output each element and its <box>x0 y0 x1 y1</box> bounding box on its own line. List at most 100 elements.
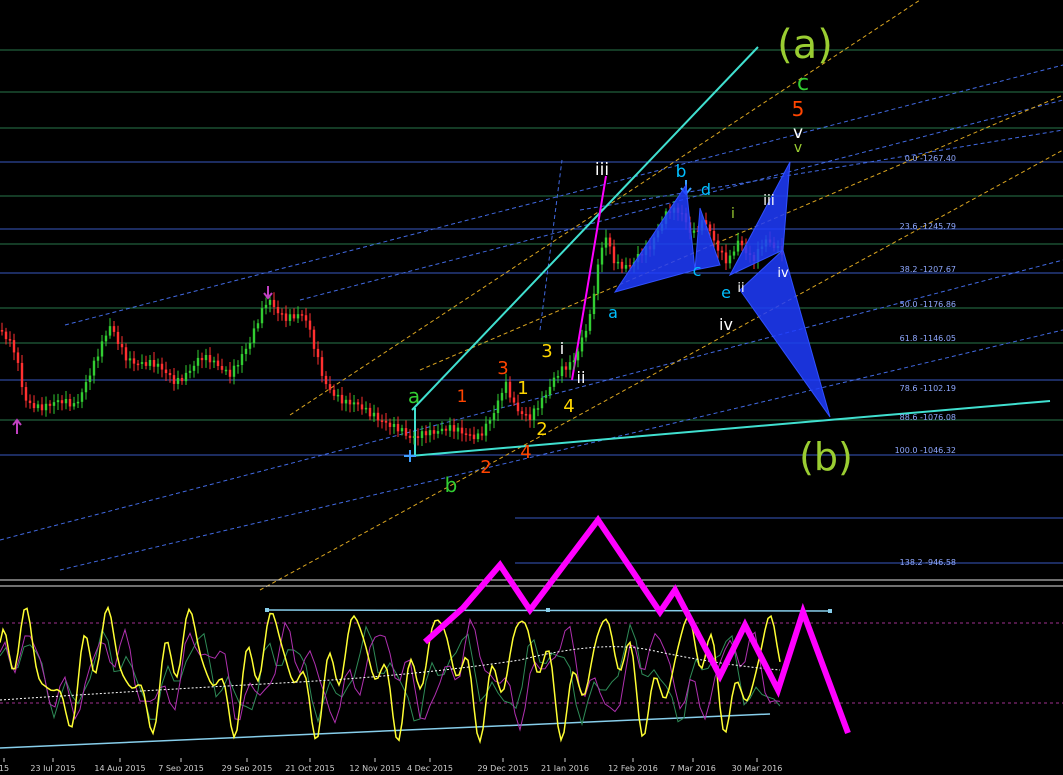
projection-zigzag <box>422 514 851 735</box>
candle-body <box>480 433 484 436</box>
candle-body <box>208 355 212 363</box>
candle-body <box>40 404 44 411</box>
candle-body <box>384 420 388 423</box>
candle-body <box>568 362 572 370</box>
candle-body <box>416 436 420 438</box>
candle-body <box>312 329 316 349</box>
candle-body <box>256 323 260 329</box>
candle-body <box>620 261 624 269</box>
candle-body <box>540 397 544 409</box>
candle-body <box>732 251 736 256</box>
x-tick-label: 15 <box>0 764 9 771</box>
candle-body <box>328 384 332 390</box>
candle-body <box>268 299 272 305</box>
candle-body <box>112 326 116 332</box>
candle-body <box>80 392 84 402</box>
candle-body <box>140 362 144 364</box>
candle-body <box>504 381 508 393</box>
candle-body <box>492 413 496 421</box>
candle-body <box>280 313 284 315</box>
candle-body <box>176 377 180 384</box>
candle-body <box>472 434 476 440</box>
candle-body <box>132 358 136 364</box>
candle-body <box>628 265 632 267</box>
candle-body <box>524 414 528 416</box>
trendline <box>64 64 1063 326</box>
candle-body <box>380 420 384 423</box>
wave-label: 3 <box>497 358 508 379</box>
candle-body <box>508 381 512 398</box>
candle-body <box>336 394 340 397</box>
candle-body <box>88 375 92 383</box>
wave-label: iii <box>763 193 775 209</box>
candle-body <box>84 382 88 393</box>
candle-body <box>592 293 596 315</box>
candle-body <box>148 359 152 366</box>
candle-body <box>228 369 232 377</box>
trendline <box>259 149 1063 591</box>
candle-body <box>396 423 400 432</box>
wave-label: v <box>794 140 802 156</box>
candle-body <box>572 360 576 363</box>
x-tick-label: 14 Aug 2015 <box>94 764 145 771</box>
candle-body <box>616 261 620 264</box>
candle-body <box>440 428 444 432</box>
candle-body <box>4 331 8 340</box>
candle-body <box>292 314 296 319</box>
candle-body <box>180 377 184 382</box>
candle-body <box>624 265 628 269</box>
wave-label: e <box>721 283 731 302</box>
candle-body <box>16 352 20 363</box>
candle-body <box>556 376 560 378</box>
wave-label: (a) <box>777 22 833 68</box>
candle-body <box>232 365 236 377</box>
candle-body <box>284 313 288 321</box>
candle-body <box>144 362 148 366</box>
candle-body <box>424 431 428 436</box>
fib-label: 0.0 -1267.40 <box>905 154 956 163</box>
wave-label: 4 <box>563 396 574 417</box>
wave-label: iv <box>719 315 733 334</box>
candle-body <box>712 231 716 241</box>
candle-body <box>368 407 372 417</box>
candle-body <box>224 369 228 372</box>
candle-body <box>92 360 96 376</box>
candle-body <box>36 404 40 409</box>
candle-body <box>576 351 580 361</box>
x-tick-label: 12 Feb 2016 <box>608 764 658 771</box>
candle-body <box>728 255 732 264</box>
candle-body <box>588 314 592 331</box>
candle-body <box>516 402 520 412</box>
candle-body <box>460 427 464 434</box>
candle-body <box>344 399 348 404</box>
wave-label: b <box>676 162 687 182</box>
wave-label: 2 <box>536 419 547 440</box>
x-tick-label: 29 Sep 2015 <box>222 764 273 771</box>
candle-body <box>296 314 300 319</box>
candle-body <box>560 366 564 377</box>
x-tick-label: 23 Jul 2015 <box>30 764 75 771</box>
candle-body <box>68 398 72 407</box>
wave-label: 1 <box>457 387 468 407</box>
candle-body <box>172 375 176 384</box>
candle-body <box>464 433 468 435</box>
wave-label: iii <box>595 160 609 180</box>
candle-body <box>580 337 584 352</box>
osc-marker <box>828 609 832 613</box>
candle-body <box>740 240 744 246</box>
candle-body <box>612 246 616 264</box>
candle-body <box>320 357 324 376</box>
trendline <box>419 94 1063 371</box>
candle-body <box>496 400 500 414</box>
candle-body <box>484 423 488 436</box>
x-tick-label: 30 Mar 2016 <box>732 764 783 771</box>
candle-body <box>188 370 192 373</box>
candle-body <box>52 402 56 406</box>
candle-body <box>252 328 256 344</box>
impulse-line <box>571 175 607 381</box>
fib-label: 88.6 -1076.08 <box>900 413 956 422</box>
candle-body <box>100 341 104 357</box>
candle-body <box>332 389 336 396</box>
candle-body <box>604 237 608 248</box>
trading-chart: 0.0 -1267.40 23.6 -1245.79 38.2 -1207.67 50… <box>0 0 1063 773</box>
